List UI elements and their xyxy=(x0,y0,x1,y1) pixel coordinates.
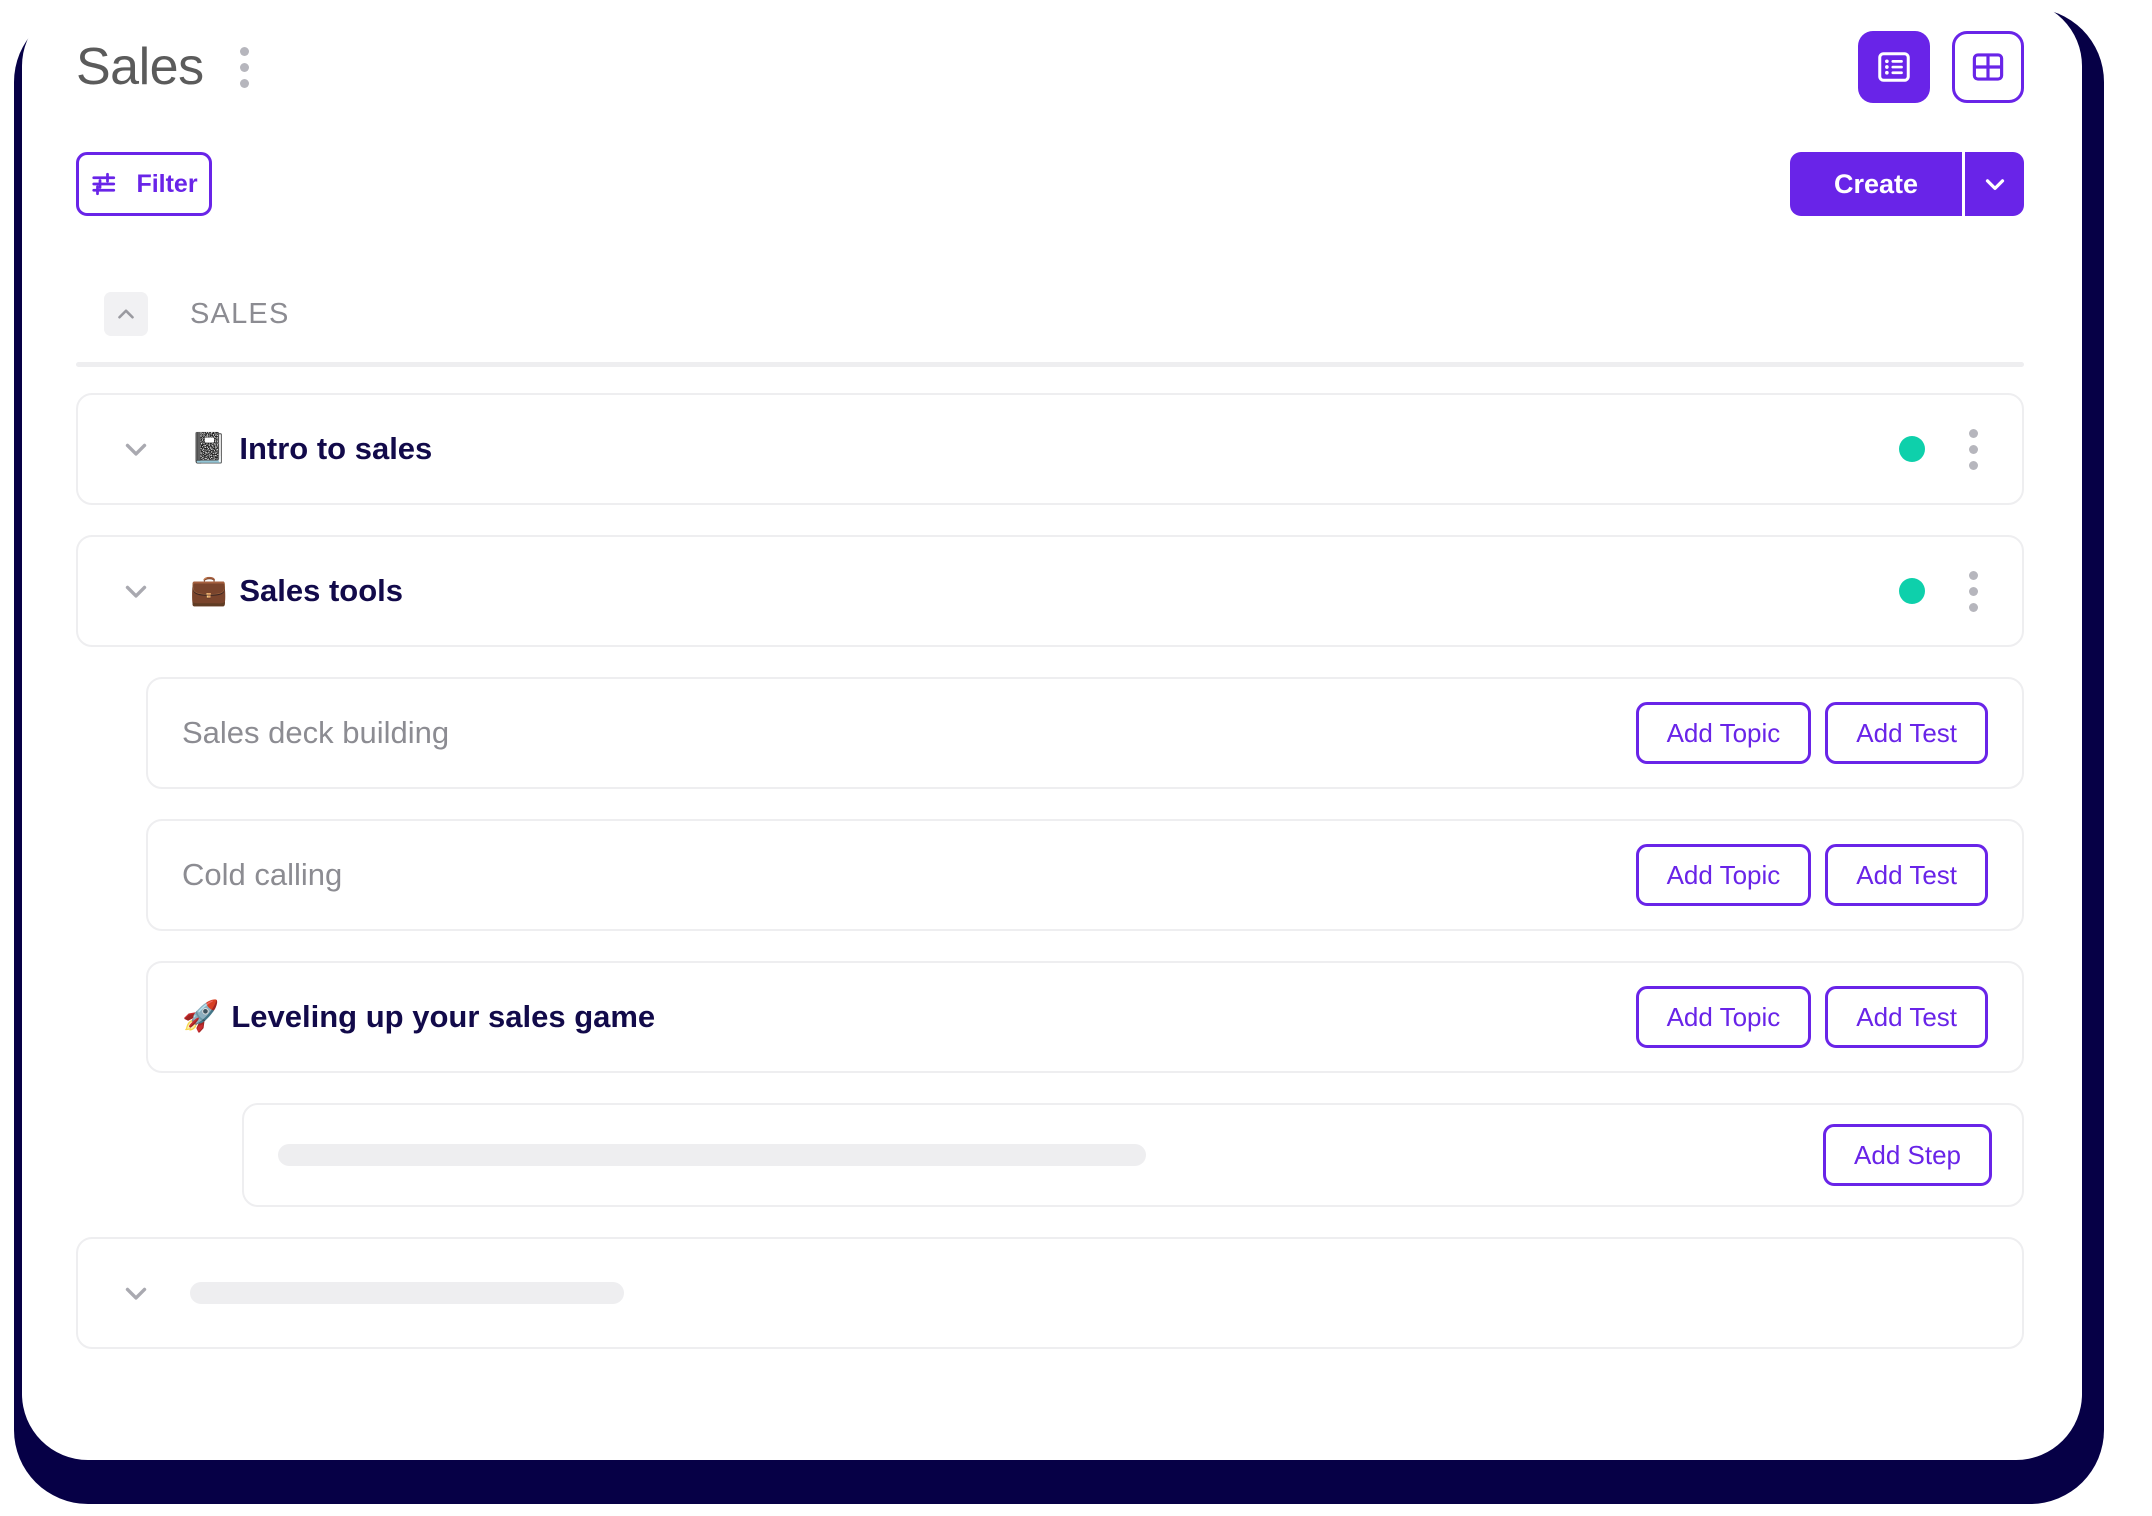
section-divider xyxy=(76,362,2024,367)
module-expand-button[interactable] xyxy=(108,563,164,619)
section-header-sales: SALES xyxy=(56,276,2048,352)
more-vertical-icon xyxy=(239,78,249,88)
tune-sliders-icon xyxy=(90,169,120,199)
add-topic-button[interactable]: Add Topic xyxy=(1635,844,1812,906)
more-vertical-icon xyxy=(1969,444,1978,454)
module-title-text: Sales tools xyxy=(239,573,404,608)
module-expand-button[interactable] xyxy=(108,421,164,477)
section-collapse-button[interactable] xyxy=(104,292,148,336)
chevron-up-icon xyxy=(113,301,139,327)
module-expand-button[interactable] xyxy=(108,1265,164,1321)
topic-title-text: Leveling up your sales game xyxy=(231,999,656,1034)
briefcase-icon: 💼 xyxy=(190,574,228,607)
module-row[interactable]: 💼 Sales tools xyxy=(76,535,2024,647)
more-vertical-icon xyxy=(1969,602,1978,612)
topic-actions: Add Topic Add Test xyxy=(1635,844,1988,906)
chevron-down-icon xyxy=(119,432,153,466)
module-placeholder-bar xyxy=(190,1282,624,1304)
topic-row[interactable]: Cold calling Add Topic Add Test xyxy=(146,819,2024,931)
list-view-icon xyxy=(1875,48,1913,86)
page-options-menu-button[interactable] xyxy=(230,41,259,94)
add-topic-button[interactable]: Add Topic xyxy=(1635,986,1812,1048)
status-badge xyxy=(1899,436,1925,462)
step-row[interactable]: Add Step xyxy=(242,1103,2024,1207)
module-title-text: Intro to sales xyxy=(239,431,433,466)
list-view-button[interactable] xyxy=(1858,31,1930,103)
add-test-button[interactable]: Add Test xyxy=(1825,986,1988,1048)
more-vertical-icon xyxy=(1969,460,1978,470)
filter-button-label: Filter xyxy=(136,169,198,198)
topic-row[interactable]: Sales deck building Add Topic Add Test xyxy=(146,677,2024,789)
topic-row[interactable]: 🚀 Leveling up your sales game Add Topic … xyxy=(146,961,2024,1073)
module-row[interactable]: 📓 Intro to sales xyxy=(76,393,2024,505)
topic-actions: Add Topic Add Test xyxy=(1635,702,1988,764)
more-vertical-icon xyxy=(1969,570,1978,580)
grid-view-icon xyxy=(1969,48,2007,86)
topic-title: Sales deck building xyxy=(182,715,450,750)
grid-view-button[interactable] xyxy=(1952,31,2024,103)
filter-button[interactable]: Filter xyxy=(76,152,212,216)
sales-panel: Sales Filter Create SALES 📓 Intro to sal… xyxy=(22,0,2082,1460)
topic-title: 🚀 Leveling up your sales game xyxy=(182,999,655,1035)
topic-title: Cold calling xyxy=(182,857,343,892)
chevron-down-icon xyxy=(1980,169,2010,199)
page-title: Sales xyxy=(76,38,204,96)
create-dropdown-button[interactable] xyxy=(1962,152,2024,216)
screenshot-root: Sales Filter Create SALES 📓 Intro to sal… xyxy=(0,0,2152,1516)
chevron-down-icon xyxy=(119,1276,153,1310)
module-options-menu-button[interactable] xyxy=(1959,423,1988,476)
add-topic-button[interactable]: Add Topic xyxy=(1635,702,1812,764)
add-step-button[interactable]: Add Step xyxy=(1823,1124,1992,1186)
create-split-button: Create xyxy=(1789,152,2024,216)
chevron-down-icon xyxy=(119,574,153,608)
module-options-menu-button[interactable] xyxy=(1959,565,1988,618)
module-list: 📓 Intro to sales 💼 Sales tools Sales dec… xyxy=(56,393,2048,1349)
module-title: 📓 Intro to sales xyxy=(190,431,432,467)
title-group: Sales xyxy=(76,41,259,94)
more-vertical-icon xyxy=(1969,586,1978,596)
step-placeholder-bar xyxy=(278,1144,1146,1166)
panel-toolbar: Filter Create xyxy=(56,134,2048,234)
create-button[interactable]: Create xyxy=(1789,152,1962,216)
panel-header: Sales xyxy=(56,0,2048,134)
topic-actions: Add Topic Add Test xyxy=(1635,986,1988,1048)
more-vertical-icon xyxy=(1969,428,1978,438)
view-mode-toggle xyxy=(1858,31,2024,103)
add-test-button[interactable]: Add Test xyxy=(1825,844,1988,906)
module-title: 💼 Sales tools xyxy=(190,573,403,609)
collapsed-module-row[interactable] xyxy=(76,1237,2024,1349)
notebook-icon: 📓 xyxy=(190,432,228,465)
more-vertical-icon xyxy=(239,62,249,72)
status-badge xyxy=(1899,578,1925,604)
rocket-icon: 🚀 xyxy=(182,1000,220,1033)
add-test-button[interactable]: Add Test xyxy=(1825,702,1988,764)
more-vertical-icon xyxy=(239,46,249,56)
section-label: SALES xyxy=(190,297,290,330)
